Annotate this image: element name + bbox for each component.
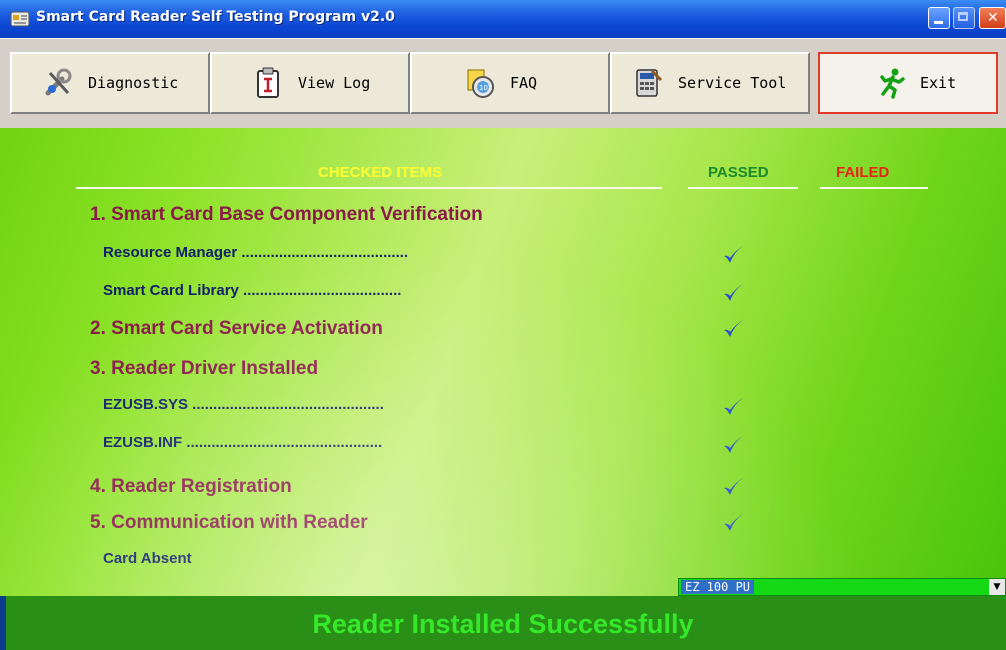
item-row: Card Absent (103, 550, 192, 567)
calculator-icon (636, 69, 663, 97)
service-tool-label: Service Tool (678, 74, 787, 92)
service-tool-button[interactable]: Service Tool (610, 52, 810, 114)
app-window: Smart Card Reader Self Testing Program v… (0, 0, 1006, 650)
item-row: Smart Card Library .....................… (103, 282, 402, 299)
section-row: 1. Smart Card Base Component Verificatio… (90, 204, 483, 225)
close-button[interactable] (979, 7, 1006, 29)
faq-document-icon: 101 (467, 69, 494, 98)
checked-items-underline (76, 187, 662, 189)
section-row: 2. Smart Card Service Activation (90, 318, 383, 339)
faq-button[interactable]: 101 FAQ (410, 52, 610, 114)
item-row: EZUSB.SYS ..............................… (103, 396, 384, 413)
exit-button[interactable]: Exit (818, 52, 998, 114)
minimize-button[interactable] (928, 7, 950, 29)
svg-text:101: 101 (479, 84, 492, 92)
app-icon (10, 11, 30, 27)
chevron-down-icon[interactable]: ▼ (989, 579, 1005, 595)
title-bar[interactable]: Smart Card Reader Self Testing Program v… (0, 0, 1006, 38)
checkmark-icon (724, 514, 743, 531)
clipboard-icon (257, 67, 279, 98)
diagnostic-label: Diagnostic (88, 74, 179, 92)
passed-underline (688, 187, 798, 189)
status-message: Reader Installed Successfully (312, 609, 694, 639)
section-row: 4. Reader Registration (90, 476, 292, 497)
section-row: 3. Reader Driver Installed (90, 358, 319, 379)
view-log-label: View Log (298, 74, 371, 92)
view-log-button[interactable]: View Log (210, 52, 410, 114)
checkmark-icon (724, 284, 743, 301)
passed-header: PASSED (708, 164, 769, 181)
toolbar: Diagnostic View Log 101 FAQ Service Tool… (0, 38, 1006, 128)
diagnostic-button[interactable]: Diagnostic (10, 52, 210, 114)
checkmark-icon (724, 246, 743, 263)
reader-select[interactable]: EZ 100 PU ▼ (678, 578, 1006, 596)
checkmark-icon (724, 320, 743, 337)
checkmark-icon (724, 398, 743, 415)
checkmark-icon (724, 478, 743, 495)
faq-label: FAQ (510, 74, 538, 92)
reader-select-value: EZ 100 PU (681, 580, 755, 594)
item-row: Resource Manager .......................… (103, 244, 409, 261)
section-row: 5. Communication with Reader (90, 512, 368, 533)
window-title: Smart Card Reader Self Testing Program v… (36, 9, 395, 25)
checkmark-icon (724, 436, 743, 453)
exit-label: Exit (920, 74, 957, 92)
item-row: EZUSB.INF ..............................… (103, 434, 383, 451)
window-edge (0, 596, 6, 650)
status-bar: Reader Installed Successfully (0, 596, 1006, 650)
maximize-button[interactable] (953, 7, 975, 29)
checked-items-header: CHECKED ITEMS (318, 164, 443, 181)
running-man-icon (880, 68, 905, 99)
results-panel: CHECKED ITEMS PASSED FAILED 1. Smart Car… (0, 128, 1006, 596)
failed-underline (820, 187, 928, 189)
diagnostic-tools-icon (45, 68, 72, 96)
failed-header: FAILED (836, 164, 890, 181)
